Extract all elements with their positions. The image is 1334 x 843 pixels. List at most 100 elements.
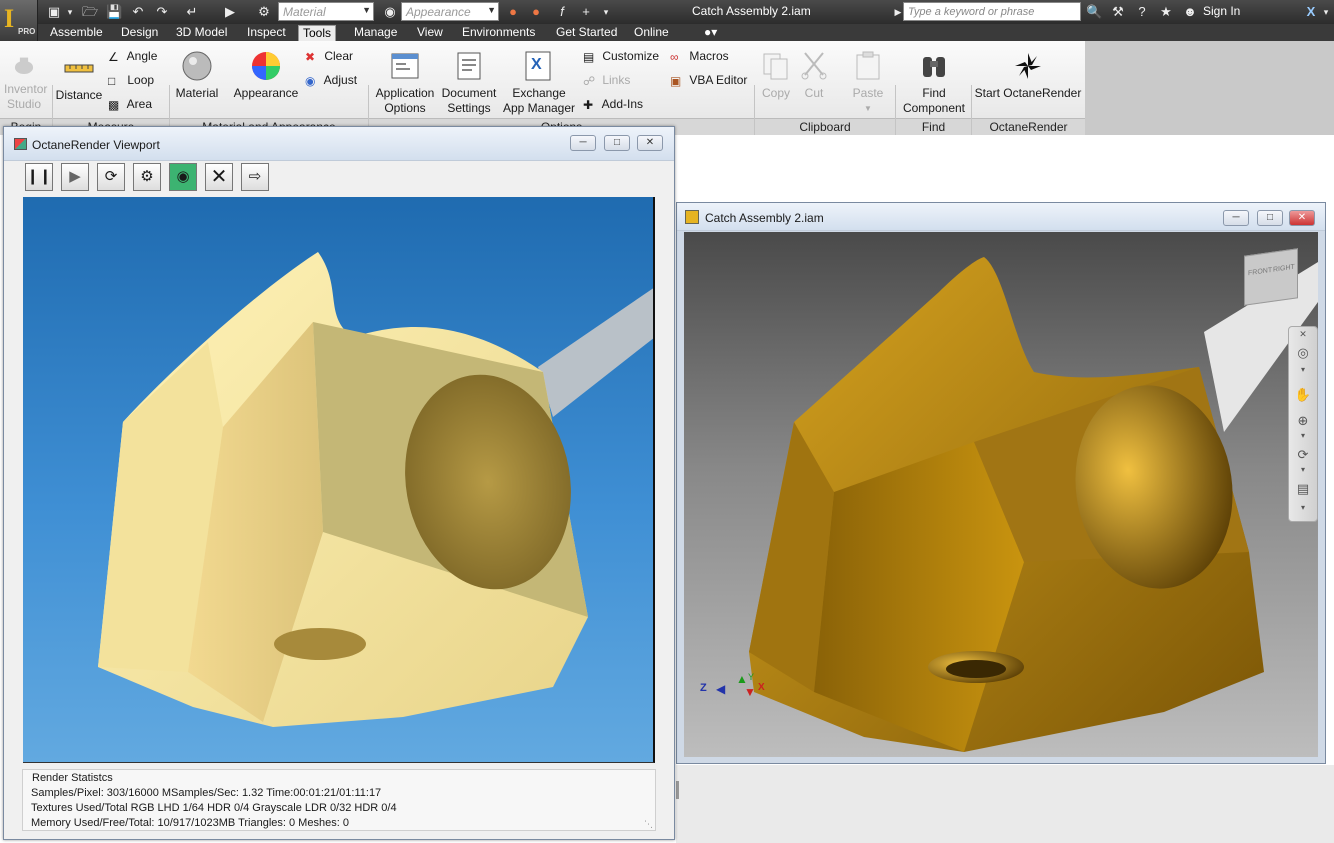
adjust-button[interactable]: ◉ Adjust <box>305 73 357 88</box>
find-component-button[interactable]: Find Component <box>898 49 970 116</box>
catch-minimize-button[interactable]: ─ <box>1223 210 1249 226</box>
render-settings-button[interactable]: ⚙ <box>133 163 161 191</box>
view-cube-right[interactable]: RIGHT <box>1273 264 1295 274</box>
material-combo[interactable]: Material ▼ <box>278 2 374 21</box>
inventor-studio-button[interactable]: Inventor Studio <box>0 51 48 112</box>
pause-icon: ❙❙ <box>26 168 52 185</box>
steering-dropdown-icon[interactable]: ▾ <box>1294 365 1312 383</box>
restart-render-button[interactable]: ⟳ <box>97 163 125 191</box>
orbit-icon[interactable]: ⟳ <box>1294 447 1312 465</box>
help-dropdown-icon[interactable]: ▾ <box>1318 4 1334 20</box>
tab-3d-model[interactable]: 3D Model <box>172 25 231 41</box>
appearance-override-icon[interactable]: ● <box>505 4 521 20</box>
triad-z-arrow: ◀ <box>716 682 726 696</box>
qat-dropdown-icon[interactable]: ▾ <box>598 4 614 20</box>
inventor-logo-icon: I <box>4 4 15 33</box>
undo-icon[interactable]: ↶ <box>130 4 146 20</box>
add-ins-button[interactable]: ✚ Add-Ins <box>583 97 643 112</box>
search-input[interactable]: Type a keyword or phrase <box>903 2 1081 21</box>
panel-clipboard[interactable]: Clipboard <box>755 118 895 135</box>
resize-grip-icon[interactable]: ⋱ <box>644 819 653 830</box>
sign-in-link[interactable]: Sign In <box>1203 4 1240 18</box>
tab-online[interactable]: Online <box>630 25 673 41</box>
application-menu-button[interactable]: I PRO <box>0 0 38 41</box>
select-icon[interactable]: ▶ <box>222 4 238 20</box>
macros-button[interactable]: ∞ Macros <box>670 49 729 64</box>
document-settings-button[interactable]: Document Settings <box>440 49 498 116</box>
tab-view[interactable]: View <box>413 25 447 41</box>
play-icon: ▶ <box>69 168 81 185</box>
appearance-combo[interactable]: Appearance ▼ <box>401 2 499 21</box>
tab-assemble[interactable]: Assemble <box>46 25 107 41</box>
copy-button[interactable]: Copy <box>758 49 794 101</box>
octane-render-viewport[interactable] <box>23 197 655 763</box>
tab-inspect[interactable]: Inspect <box>243 25 290 41</box>
application-options-button[interactable]: Application Options <box>372 49 438 116</box>
customize-button[interactable]: ▤ Customize <box>583 49 659 64</box>
new-file-icon[interactable]: ▣ <box>46 4 62 20</box>
stop-x-icon: ✕ <box>210 166 228 188</box>
fx-icon[interactable]: f <box>554 4 570 20</box>
links-button[interactable]: ☍ Links <box>583 73 630 88</box>
octane-window-titlebar[interactable]: OctaneRender Viewport ─ □ ✕ <box>4 127 674 161</box>
pan-hand-icon[interactable]: ✋ <box>1294 387 1312 405</box>
tab-overflow-icon[interactable]: ●▾ <box>700 25 721 41</box>
paste-dropdown-icon[interactable]: ▼ <box>848 101 888 116</box>
new-dropdown-icon[interactable]: ▾ <box>62 4 78 20</box>
material-button[interactable]: Material <box>172 49 222 101</box>
catch-window-titlebar[interactable]: Catch Assembly 2.iam ─ □ ✕ <box>677 203 1325 231</box>
panel-find[interactable]: Find <box>896 118 971 135</box>
catch-maximize-button[interactable]: □ <box>1257 210 1283 226</box>
exchange-app-manager-icon: X <box>525 51 551 81</box>
cut-button[interactable]: Cut <box>796 49 832 101</box>
scissors-icon <box>801 52 827 80</box>
links-icon: ☍ <box>583 73 596 88</box>
loop-button[interactable]: □ Loop <box>108 73 154 88</box>
ribbon-tab-bar: Assemble Design 3D Model Inspect Tools M… <box>38 24 1334 41</box>
area-button[interactable]: ▩ Area <box>108 97 152 112</box>
octane-close-button[interactable]: ✕ <box>637 135 663 151</box>
redo-icon[interactable]: ↷ <box>154 4 170 20</box>
start-octanerender-button[interactable]: Start OctaneRender <box>974 49 1082 101</box>
tab-manage[interactable]: Manage <box>350 25 401 41</box>
help-icon[interactable]: ? <box>1134 4 1150 20</box>
vba-editor-button[interactable]: ▣ VBA Editor <box>670 73 747 88</box>
zoom-icon[interactable]: ⊕ <box>1294 413 1312 431</box>
tab-tools[interactable]: Tools <box>298 25 337 41</box>
exchange-app-manager-button[interactable]: X Exchange App Manager <box>500 49 578 116</box>
wrench-icon[interactable]: ⚒ <box>1110 4 1126 20</box>
open-icon[interactable]: 🗁 <box>82 4 98 20</box>
play-render-button[interactable]: ▶ <box>61 163 89 191</box>
exchange-icon[interactable]: X <box>1303 4 1319 20</box>
octane-minimize-button[interactable]: ─ <box>570 135 596 151</box>
paste-button[interactable]: Paste ▼ <box>848 49 888 116</box>
clear-appearance-icon[interactable]: ● <box>528 4 544 20</box>
catch-close-button[interactable]: ✕ <box>1289 210 1315 226</box>
panel-octanerender[interactable]: OctaneRender <box>972 118 1085 135</box>
pause-render-button[interactable]: ❙❙ <box>25 163 53 191</box>
look-at-icon[interactable]: ▤ <box>1294 481 1312 499</box>
octane-maximize-button[interactable]: □ <box>604 135 630 151</box>
plus-icon[interactable]: + <box>578 4 594 20</box>
view-cube-front[interactable]: FRONT <box>1248 267 1272 277</box>
appearance-button[interactable]: Appearance <box>232 49 300 101</box>
inventor-graphics-viewport[interactable]: FRONT RIGHT ✕ ◎ ▾ ✋ ⊕ ▾ ⟳ ▾ ▤ ▾ Z ▲ Y ◀ … <box>684 232 1318 757</box>
export-render-button[interactable]: ⇨ <box>241 163 269 191</box>
return-icon[interactable]: ↵ <box>184 4 200 20</box>
save-icon[interactable]: 💾 <box>106 4 122 20</box>
distance-button[interactable]: Distance <box>55 51 103 103</box>
navbar-options-icon[interactable]: ▾ <box>1294 503 1312 521</box>
tab-get-started[interactable]: Get Started <box>552 25 621 41</box>
update-icon[interactable]: ⚙ <box>256 4 272 20</box>
tab-environments[interactable]: Environments <box>458 25 539 41</box>
favorites-star-icon[interactable]: ★ <box>1158 4 1174 20</box>
splitter-handle[interactable] <box>676 781 679 799</box>
angle-button[interactable]: ∠ Angle <box>108 49 157 64</box>
active-render-button[interactable]: ◉ <box>169 163 197 191</box>
steering-wheel-icon[interactable]: ◎ <box>1294 345 1312 363</box>
view-cube[interactable]: FRONT RIGHT <box>1244 248 1298 306</box>
stop-render-button[interactable]: ✕ <box>205 163 233 191</box>
clear-button[interactable]: ✖ Clear <box>305 49 353 64</box>
tab-design[interactable]: Design <box>117 25 162 41</box>
binoculars-icon[interactable]: 🔍 <box>1086 4 1102 20</box>
